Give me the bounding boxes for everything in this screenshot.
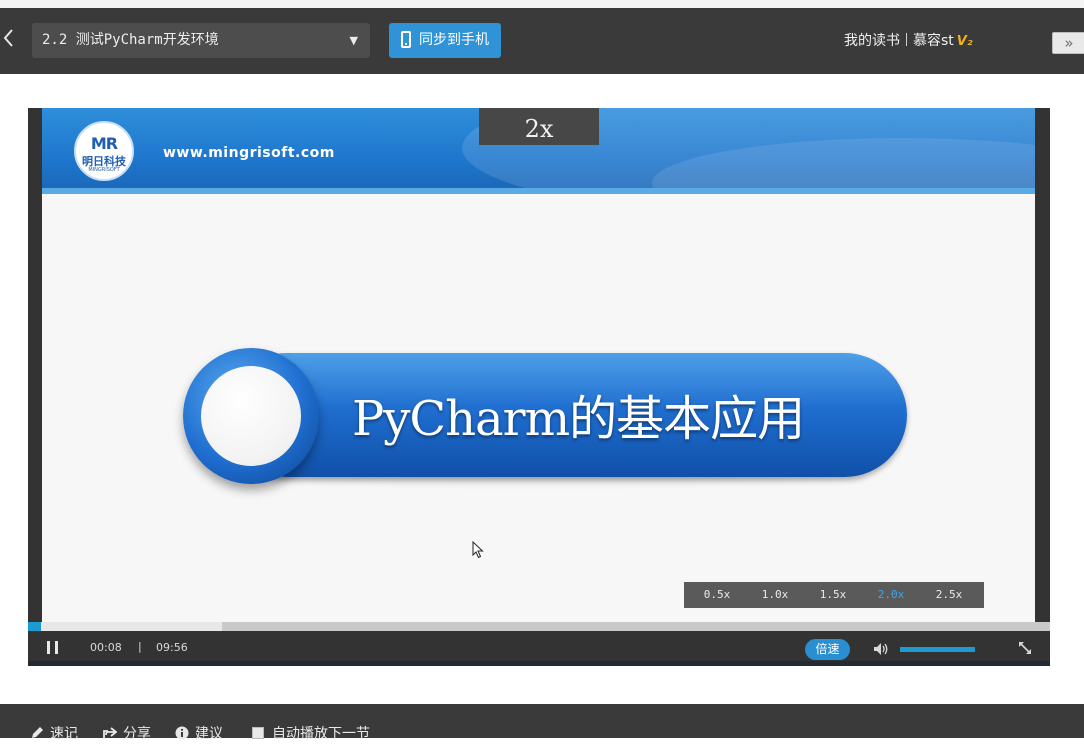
volume-icon[interactable] xyxy=(873,642,889,656)
speed-option[interactable]: 1.0x xyxy=(746,582,804,608)
user-area: 我的读书 慕容st V₂ xyxy=(844,30,973,52)
username-link[interactable]: 慕容st xyxy=(913,33,954,49)
note-label: 速记 xyxy=(50,726,78,742)
website-url: www.mingrisoft.com xyxy=(163,145,335,161)
back-button[interactable] xyxy=(0,22,18,54)
chapter-select[interactable]: 2.2 测试PyCharm开发环境 ▼ xyxy=(32,23,370,58)
my-books-link[interactable]: 我的读书 xyxy=(844,33,900,49)
divider xyxy=(906,33,907,46)
speed-option[interactable]: 2.5x xyxy=(920,582,978,608)
pause-button[interactable] xyxy=(46,641,60,655)
speed-indicator: 2x xyxy=(479,108,599,145)
playback-speed-menu: 0.5x 1.0x 1.5x 2.0x 2.5x xyxy=(684,582,984,608)
played-progress xyxy=(28,622,41,631)
header-bar: 2.2 测试PyCharm开发环境 ▼ 同步到手机 我的读书 慕容st V₂ » xyxy=(0,8,1084,74)
progress-bar[interactable] xyxy=(28,622,1050,631)
slide-title-graphic: PyCharm的基本应用 xyxy=(183,348,907,484)
current-time: 00:08 xyxy=(90,641,122,654)
checkbox-icon[interactable] xyxy=(252,727,264,739)
speed-option[interactable]: 2.0x xyxy=(862,582,920,608)
chevron-left-icon xyxy=(3,29,13,47)
speed-option[interactable]: 1.5x xyxy=(804,582,862,608)
video-frame[interactable]: MR 明日科技 MINGRISOFT www.mingrisoft.com 2x… xyxy=(42,108,1035,622)
phone-icon xyxy=(401,31,411,48)
controls-bottom-line xyxy=(28,661,1050,666)
sync-to-phone-label: 同步到手机 xyxy=(419,32,489,48)
bottom-toolbar: 速记 分享 建议 自动播放下一节 xyxy=(0,704,1084,742)
logo-mark: MR xyxy=(90,134,118,153)
time-separator: | xyxy=(138,640,142,653)
mouse-cursor-icon xyxy=(472,541,484,559)
video-player[interactable]: MR 明日科技 MINGRISOFT www.mingrisoft.com 2x… xyxy=(28,108,1050,666)
share-button[interactable]: 分享 xyxy=(103,724,151,744)
chapter-title: 2.2 测试PyCharm开发环境 xyxy=(42,32,219,48)
suggest-button[interactable]: 建议 xyxy=(175,724,223,744)
caret-down-icon: ▼ xyxy=(349,34,358,47)
note-button[interactable]: 速记 xyxy=(30,724,78,744)
slide-title: PyCharm的基本应用 xyxy=(352,391,805,447)
expand-panel-button[interactable]: » xyxy=(1052,32,1084,54)
title-circle xyxy=(183,348,319,484)
sync-to-phone-button[interactable]: 同步到手机 xyxy=(389,23,501,58)
suggest-label: 建议 xyxy=(195,726,223,742)
speed-option[interactable]: 0.5x xyxy=(688,582,746,608)
player-controls: 00:08 | 09:56 倍速 xyxy=(28,631,1050,666)
banner-line xyxy=(42,188,1035,194)
autoplay-label: 自动播放下一节 xyxy=(272,726,370,742)
share-label: 分享 xyxy=(123,726,151,742)
volume-level xyxy=(900,647,975,652)
autoplay-checkbox[interactable]: 自动播放下一节 xyxy=(252,724,370,744)
title-circle-inner xyxy=(201,366,301,466)
logo-english: MINGRISOFT xyxy=(88,167,120,173)
buffered-progress xyxy=(28,622,222,631)
double-chevron-right-icon: » xyxy=(1064,34,1074,52)
mingrisoft-logo: MR 明日科技 MINGRISOFT xyxy=(74,121,134,181)
fullscreen-icon[interactable] xyxy=(1018,641,1032,655)
volume-slider[interactable] xyxy=(900,647,975,652)
vip-badge: V₂ xyxy=(956,34,973,49)
total-time: 09:56 xyxy=(156,641,188,654)
speed-button[interactable]: 倍速 xyxy=(805,639,850,660)
